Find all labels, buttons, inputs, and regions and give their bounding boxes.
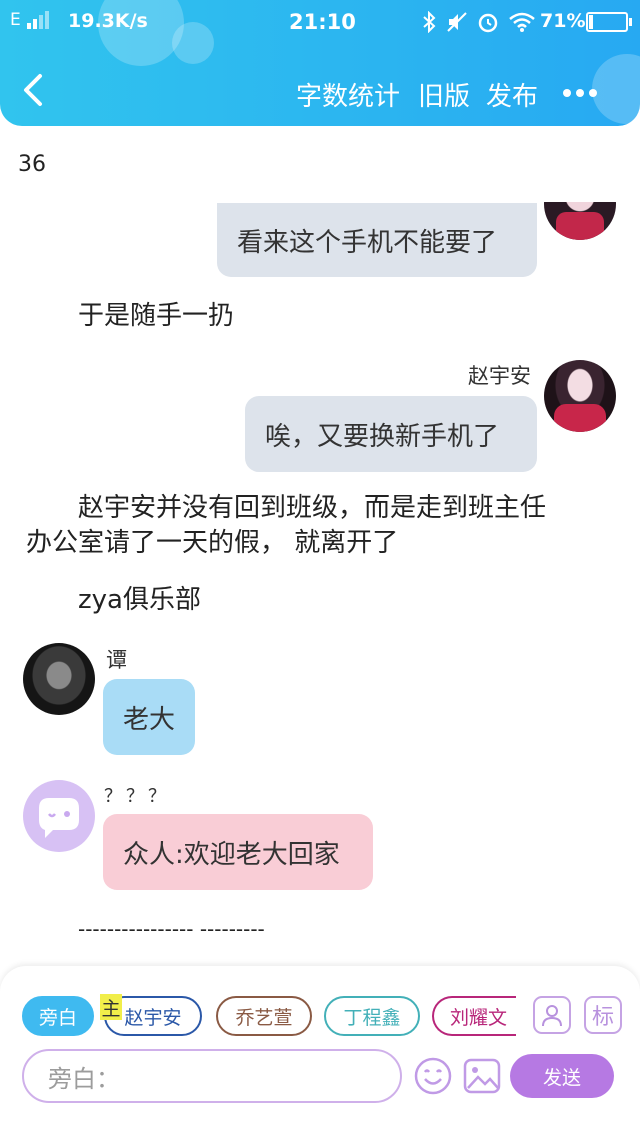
badge-label: 主: [101, 997, 121, 1020]
publish-button[interactable]: 发布: [486, 76, 538, 113]
character-chip[interactable]: 丁程鑫: [324, 996, 420, 1036]
message-bubble[interactable]: 唉，又要换新手机了: [245, 396, 537, 472]
signal-indicator: E: [10, 10, 51, 30]
message-bubble[interactable]: 老大: [103, 679, 195, 755]
message-text: 唉，又要换新手机了: [265, 421, 500, 452]
speaker-name: 谭: [106, 648, 127, 672]
speaker-name: ？？？: [104, 786, 170, 807]
narration-text: 于是随手一扔: [78, 301, 235, 331]
message-text: 老大: [123, 704, 176, 735]
input-placeholder: 旁白：: [48, 1064, 120, 1093]
avatar[interactable]: [23, 643, 95, 715]
battery-icon: [586, 12, 632, 32]
alarm-icon: [478, 13, 498, 33]
send-button[interactable]: 发送: [510, 1054, 614, 1098]
nav-bar: 字数统计 旧版 发布: [0, 66, 640, 118]
wifi-icon: [509, 12, 535, 32]
status-bar: E 19.3K/s 21:10 71%: [0, 0, 640, 44]
narration-text: 赵宇安并没有回到班级，而是走到班主任: [78, 493, 547, 523]
word-count-value: 36: [18, 152, 46, 177]
chip-label: 刘耀文: [450, 1006, 508, 1029]
mute-icon: [447, 12, 467, 32]
chat-bubble-icon: [39, 798, 79, 838]
signal-bars-icon: [26, 11, 49, 29]
back-icon[interactable]: [20, 72, 50, 108]
avatar[interactable]: [544, 360, 616, 432]
send-label: 发送: [542, 1066, 581, 1089]
person-icon: [542, 1005, 562, 1027]
message-text: 众人:欢迎老大回家: [123, 839, 340, 870]
clock: 21:10: [289, 10, 356, 34]
network-type: E: [10, 10, 21, 30]
character-settings-button[interactable]: [533, 996, 571, 1034]
chip-label: 丁程鑫: [343, 1006, 401, 1029]
emoji-icon[interactable]: [413, 1056, 453, 1096]
tag-button[interactable]: 标: [584, 996, 622, 1034]
header: E 19.3K/s 21:10 71% 字数统计 旧版 发布: [0, 0, 640, 126]
avatar[interactable]: [23, 780, 95, 852]
narration-text: ---------------- ---------: [78, 917, 265, 941]
network-speed: 19.3K/s: [68, 10, 148, 32]
chip-label: 旁白: [38, 1006, 77, 1029]
battery-percent: 71%: [540, 10, 586, 32]
message-bubble[interactable]: 众人:欢迎老大回家: [103, 814, 373, 890]
chip-label: 赵宇安: [124, 1006, 182, 1029]
bluetooth-icon: [423, 11, 436, 33]
old-version-button[interactable]: 旧版: [418, 76, 470, 113]
main-character-badge: 主: [100, 994, 122, 1020]
message-text: 看来这个手机不能要了: [237, 227, 498, 258]
tag-label: 标: [591, 1005, 614, 1030]
speaker-name: 赵宇安: [468, 364, 531, 388]
word-count-button[interactable]: 字数统计: [296, 76, 400, 113]
narration-text: 办公室请了一天的假， 就离开了: [26, 528, 399, 558]
narrator-chip[interactable]: 旁白: [22, 996, 94, 1036]
partial-avatar: [544, 202, 616, 240]
image-icon[interactable]: [462, 1056, 502, 1096]
message-bubble[interactable]: 看来这个手机不能要了: [217, 203, 537, 277]
message-input[interactable]: 旁白：: [22, 1049, 402, 1103]
character-chip[interactable]: 乔艺萱: [216, 996, 312, 1036]
narration-text: zya俱乐部: [78, 585, 201, 615]
chip-label: 乔艺萱: [235, 1006, 293, 1029]
character-chip[interactable]: 刘耀文: [432, 996, 516, 1036]
more-icon[interactable]: [562, 88, 598, 98]
